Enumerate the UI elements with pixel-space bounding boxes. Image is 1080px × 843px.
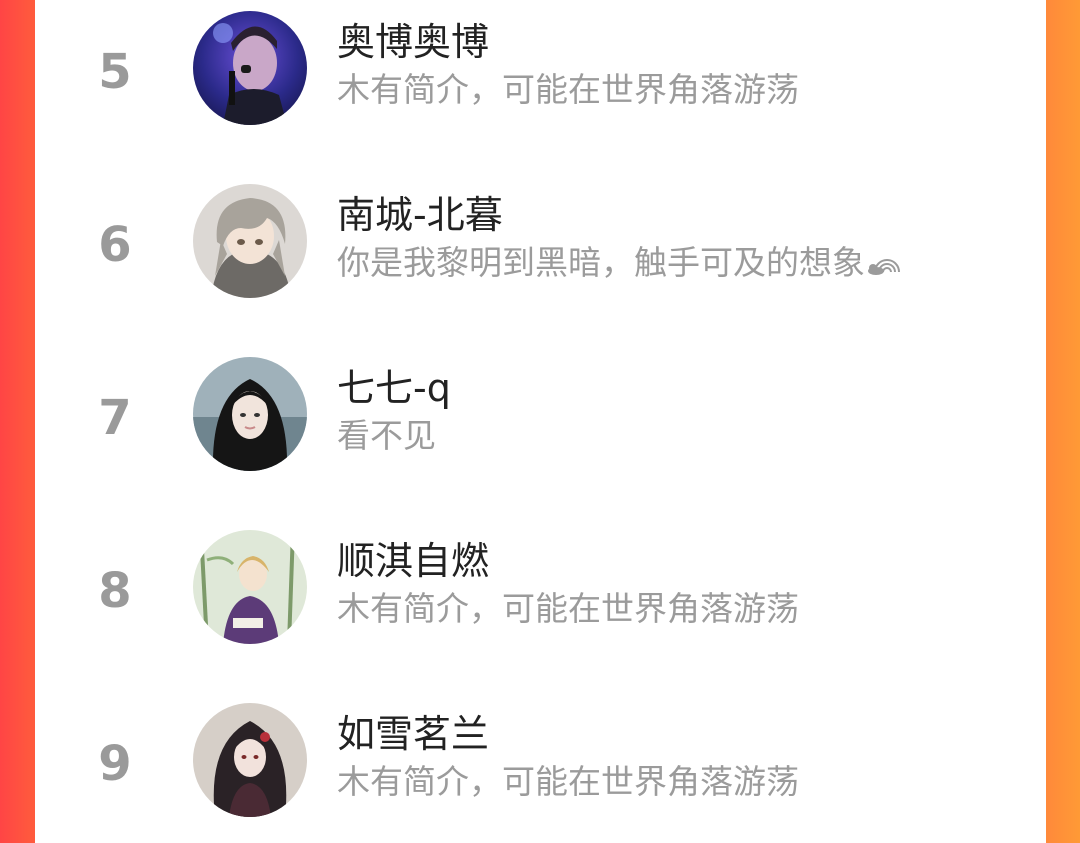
user-bio: 木有简介，可能在世界角落游荡: [337, 70, 799, 109]
singer-avatar-icon[interactable]: [193, 11, 307, 125]
leaderboard-row[interactable]: 9 如雪茗兰 木有简介，可能在世界角落游荡: [35, 692, 1046, 842]
user-bio: 你是我黎明到黑暗，触手可及的想象: [337, 246, 901, 281]
rank-number: 6: [98, 217, 132, 273]
leaderboard-row[interactable]: 7 七七-q 看不见: [35, 346, 1046, 496]
user-name: 七七-q: [337, 366, 451, 410]
leaderboard-row[interactable]: 6 南城-北暮 你是我黎明到黑暗，触手可及的想象: [35, 173, 1046, 323]
user-name: 如雪茗兰: [337, 712, 490, 756]
rainbow-cloud-icon: [867, 248, 901, 281]
rank-number: 7: [98, 390, 132, 446]
user-name: 顺淇自燃: [337, 539, 490, 583]
rank-number: 8: [98, 563, 132, 619]
anime-boy-avatar-icon[interactable]: [193, 184, 307, 298]
user-bio: 木有简介，可能在世界角落游荡: [337, 589, 799, 628]
user-bio-text: 你是我黎明到黑暗，触手可及的想象: [337, 243, 865, 282]
girl-avatar-icon[interactable]: [193, 357, 307, 471]
user-bio: 木有简介，可能在世界角落游荡: [337, 762, 799, 801]
user-bio: 看不见: [337, 416, 436, 455]
leaderboard-panel: 5 奥博奥博 木有简介，可能在世界角落游荡 6 南城-北暮 你是我黎明到黑暗，触…: [35, 0, 1046, 843]
rank-number: 5: [98, 44, 132, 100]
user-name: 奥博奥博: [337, 20, 490, 64]
leaderboard-row[interactable]: 5 奥博奥博 木有简介，可能在世界角落游荡: [35, 0, 1046, 150]
user-name: 南城-北暮: [337, 193, 503, 237]
anime-scholar-avatar-icon[interactable]: [193, 530, 307, 644]
rank-number: 9: [98, 736, 132, 792]
anime-girl-avatar-icon[interactable]: [193, 703, 307, 817]
leaderboard-row[interactable]: 8 顺淇自燃 木有简介，可能在世界角落游荡: [35, 519, 1046, 669]
